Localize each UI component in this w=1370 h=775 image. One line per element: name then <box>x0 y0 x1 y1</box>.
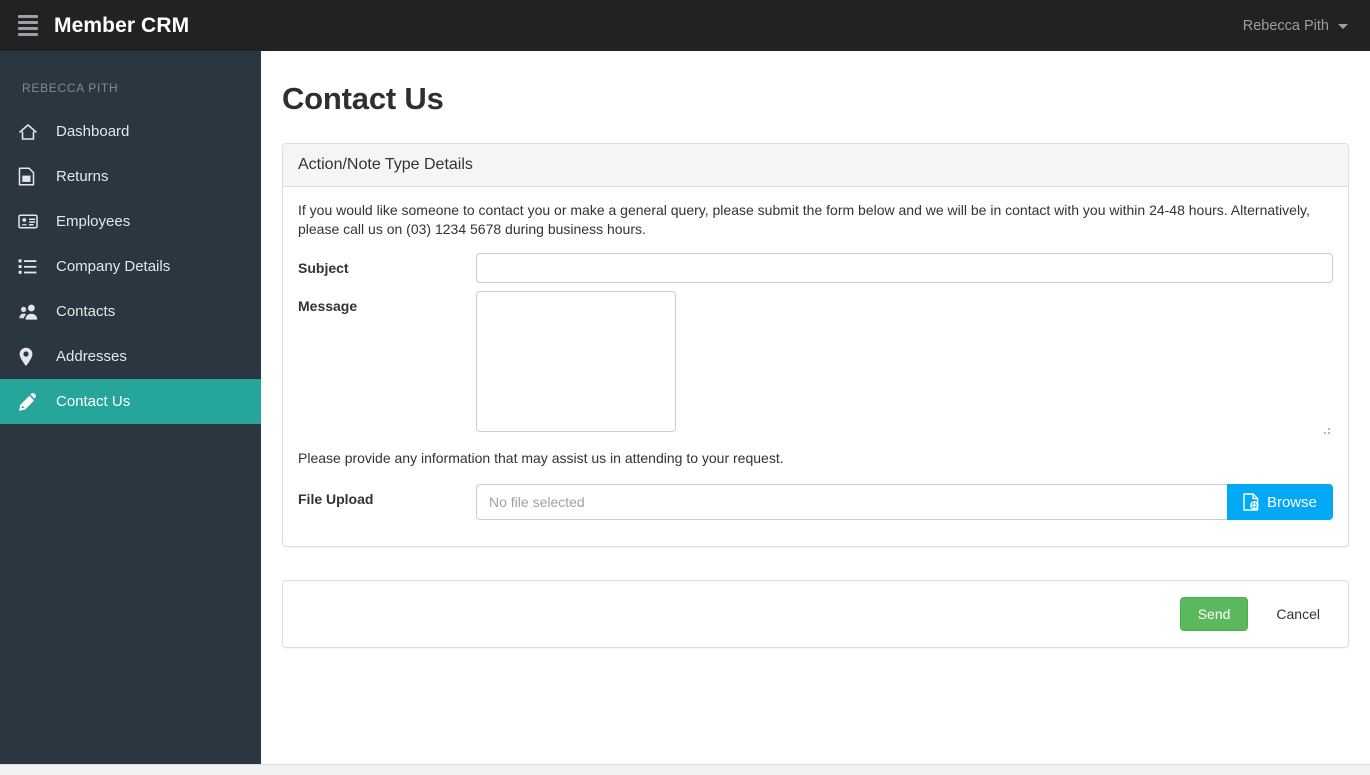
people-icon <box>18 302 44 322</box>
hamburger-icon[interactable] <box>18 15 38 37</box>
sidebar-item-label: Employees <box>56 213 131 230</box>
helper-text: Please provide any information that may … <box>298 450 784 466</box>
hamburger-line <box>18 27 38 30</box>
home-icon <box>18 122 44 142</box>
map-pin-icon <box>18 347 44 367</box>
sidebar-item-addresses[interactable]: Addresses <box>0 334 261 379</box>
subject-row: Subject <box>298 253 1333 283</box>
panel-body: If you would like someone to contact you… <box>283 187 1348 546</box>
sidebar-item-label: Contact Us <box>56 393 131 410</box>
list-icon <box>18 257 44 277</box>
file-upload-label: File Upload <box>298 491 374 507</box>
hamburger-line <box>18 21 38 24</box>
sidebar-item-label: Contacts <box>56 303 116 320</box>
sidebar-item-company-details[interactable]: Company Details <box>0 244 261 289</box>
message-row: Message <box>298 291 1333 437</box>
chevron-down-icon <box>1338 24 1348 29</box>
cancel-button[interactable]: Cancel <box>1264 598 1332 630</box>
sidebar-item-contacts[interactable]: Contacts <box>0 289 261 334</box>
top-navbar: Member CRM Rebecca Pith <box>0 0 1370 51</box>
page-title: Contact Us <box>282 81 444 116</box>
send-button[interactable]: Send <box>1179 597 1249 631</box>
file-upload-row: File Upload No file selected Browse <box>298 484 1333 520</box>
user-menu[interactable]: Rebecca Pith <box>1243 18 1348 34</box>
message-label: Message <box>298 298 358 314</box>
message-wrap <box>476 291 1333 437</box>
message-textarea[interactable] <box>476 291 676 432</box>
details-panel: Action/Note Type Details If you would li… <box>282 143 1349 547</box>
sidebar-item-employees[interactable]: Employees <box>0 199 261 244</box>
user-menu-label: Rebecca Pith <box>1242 17 1329 34</box>
sidebar-item-label: Addresses <box>56 348 127 365</box>
file-input-group: No file selected Browse <box>476 484 1333 520</box>
file-add-icon <box>1243 493 1259 511</box>
window-bottom-strip <box>0 764 1370 775</box>
hamburger-line <box>18 33 38 36</box>
hamburger-line <box>18 15 38 18</box>
main-content: Contact Us Action/Note Type Details If y… <box>261 51 1370 764</box>
sidebar-heading: REBECCA PITH <box>22 81 119 95</box>
browse-button-label: Browse <box>1266 493 1317 511</box>
panel-heading: Action/Note Type Details <box>283 144 1348 187</box>
subject-label: Subject <box>298 260 349 276</box>
sidebar-item-label: Company Details <box>56 258 171 275</box>
sidebar: REBECCA PITH Dashboard Returns Employees… <box>0 51 261 764</box>
report-icon <box>18 167 44 187</box>
sidebar-item-returns[interactable]: Returns <box>0 154 261 199</box>
sidebar-item-label: Returns <box>56 168 109 185</box>
resize-grip-icon <box>1321 425 1330 434</box>
subject-input[interactable] <box>476 253 1333 283</box>
pencil-icon <box>18 392 44 412</box>
sidebar-item-dashboard[interactable]: Dashboard <box>0 109 261 154</box>
sidebar-item-label: Dashboard <box>56 123 130 140</box>
id-card-icon <box>18 212 44 232</box>
app-brand-title: Member CRM <box>54 13 190 37</box>
form-actions-panel: Send Cancel <box>282 580 1349 648</box>
sidebar-item-contact-us[interactable]: Contact Us <box>0 379 261 424</box>
browse-button[interactable]: Browse <box>1226 484 1333 520</box>
file-name-display[interactable]: No file selected <box>476 484 1227 520</box>
intro-paragraph: If you would like someone to contact you… <box>298 202 1310 237</box>
